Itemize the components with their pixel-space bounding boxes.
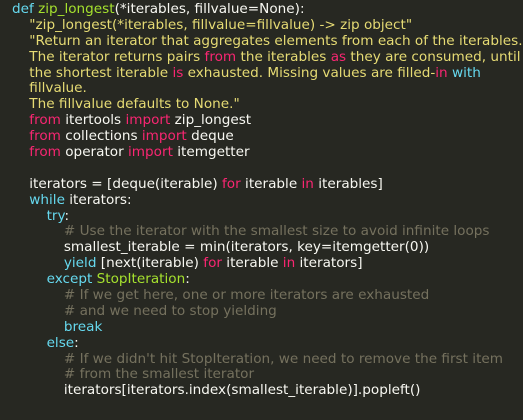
code-token: the shortest iterable <box>12 64 173 81</box>
code-line: except StopIteration: <box>12 271 523 288</box>
code-token: def <box>12 1 39 17</box>
code-line: "Return an iterator that aggregates elem… <box>12 32 523 50</box>
code-line: # from the smallest iterator <box>12 367 523 383</box>
code-line: from itertools import zip_longest <box>12 112 523 129</box>
code-token: [next(iterable) <box>96 255 204 272</box>
code-token: fillvalue. <box>12 80 87 97</box>
code-token: # Use the iterator with the smallest siz… <box>12 223 490 240</box>
code-token: : <box>185 271 190 288</box>
code-line: try: <box>12 207 523 225</box>
code-token: The iterator returns pairs <box>12 48 205 65</box>
code-token: except <box>12 271 93 288</box>
code-token: "zip_longest(*iterables, fillvalue=fillv… <box>12 16 413 33</box>
code-token: as <box>330 48 347 65</box>
code-token: in <box>282 255 296 272</box>
code-token: collections <box>60 128 142 145</box>
code-line: # If we didn't hit StopIteration, we nee… <box>12 350 523 368</box>
code-token: itertools <box>60 112 126 129</box>
code-token: "Return an iterator that aggregates elem… <box>12 32 523 49</box>
code-line: The fillvalue defaults to None." <box>12 96 523 113</box>
code-token: # If we didn't hit StopIteration, we nee… <box>12 350 504 367</box>
code-token: import <box>128 144 173 161</box>
code-token: smallest_iterable = min(iterators, key=i… <box>12 239 430 256</box>
code-token: in <box>435 64 448 81</box>
code-token: import <box>125 112 171 129</box>
code-line: def zip_longest(*iterables, fillvalue=No… <box>12 1 523 18</box>
code-token: for <box>203 255 222 272</box>
code-token: from <box>204 48 237 65</box>
code-token: for <box>222 175 241 192</box>
code-token: deque <box>186 128 234 145</box>
code-token: : <box>64 207 70 224</box>
code-line: # and we need to stop yielding <box>12 302 523 320</box>
code-token: try <box>12 207 65 224</box>
code-token: break <box>12 318 103 335</box>
code-token: StopIteration <box>96 271 186 288</box>
code-line: # Use the iterator with the smallest siz… <box>12 224 523 240</box>
code-token: iterators: <box>64 191 132 208</box>
code-editor[interactable]: def zip_longest(*iterables, fillvalue=No… <box>0 0 523 420</box>
code-token: the iterables <box>236 48 331 65</box>
code-token: iterators] <box>295 255 363 272</box>
code-line: from operator import itemgetter <box>12 144 523 161</box>
code-token: iterators[iterators.index(smallest_itera… <box>12 382 421 399</box>
code-token: zip_longest <box>170 112 252 129</box>
code-line: yield [next(iterable) for iterable in it… <box>12 255 523 272</box>
code-line: # If we get here, one or more iterators … <box>12 287 523 304</box>
code-token: iterators = [deque(iterable) <box>12 175 223 192</box>
code-token: iterables] <box>313 175 383 192</box>
code-token: they are consumed, until <box>346 48 521 65</box>
code-token: # from the smallest iterator <box>12 366 255 383</box>
code-token: is <box>172 64 184 81</box>
code-line: The iterator returns pairs from the iter… <box>12 48 523 66</box>
code-token: (*iterables, fillvalue=None): <box>114 1 305 17</box>
code-line: break <box>12 318 523 336</box>
code-token: else <box>12 334 75 351</box>
code-token: import <box>141 128 187 145</box>
code-token: from <box>12 128 61 145</box>
code-line: fillvalue. <box>12 81 523 97</box>
code-token: from <box>12 144 61 161</box>
code-token: operator <box>60 144 129 161</box>
code-token: # and we need to stop yielding <box>12 302 277 319</box>
code-token: : <box>74 334 79 351</box>
code-token: yield <box>12 255 97 272</box>
code-token: while <box>12 191 65 208</box>
code-line: else: <box>12 334 523 352</box>
code-line: from collections import deque <box>12 128 523 145</box>
code-token: The fillvalue defaults to None." <box>12 96 240 113</box>
code-line: while iterators: <box>12 191 523 209</box>
code-token: zip_longest <box>38 1 115 17</box>
code-token: from <box>12 112 61 129</box>
code-token: itemgetter <box>172 144 250 161</box>
code-token: iterable <box>240 175 302 192</box>
code-token: in <box>301 175 314 192</box>
code-line: "zip_longest(*iterables, fillvalue=fillv… <box>12 16 523 34</box>
code-line: iterators = [deque(iterable) for iterabl… <box>12 175 523 193</box>
code-token: iterable <box>221 255 283 272</box>
code-token: with <box>452 64 481 81</box>
code-line: iterators[iterators.index(smallest_itera… <box>12 382 523 399</box>
code-line: the shortest iterable is exhausted. Miss… <box>12 64 523 82</box>
code-token: exhausted. Missing values are filled- <box>183 64 436 81</box>
code-line: smallest_iterable = min(iterators, key=i… <box>12 239 523 256</box>
code-token: # If we get here, one or more iterators … <box>12 287 430 304</box>
